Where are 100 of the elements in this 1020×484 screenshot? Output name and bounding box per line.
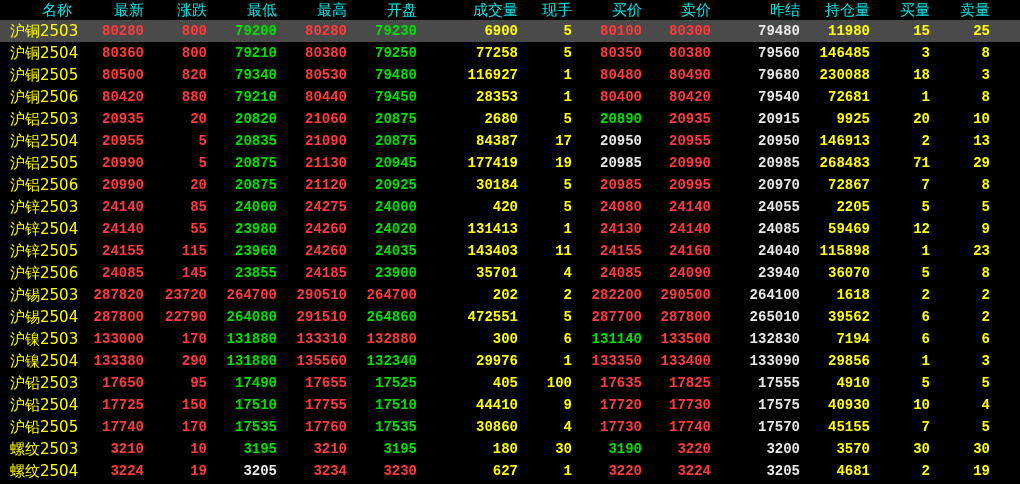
quote-row[interactable]: 沪镍2503 133000 170 131880 133310 132880 300 6 131140 133500 132830 7194 6 6 (0, 328, 1020, 350)
table-cell: 29 (973, 155, 990, 171)
table-cell: 7194 (836, 331, 870, 347)
contract-name: 沪镍2504 (9, 351, 79, 371)
quote-row[interactable]: 沪铝2505 20990 5 20875 21130 20945 177419 19 20985 20990 20985 268483 71 29 (0, 152, 1020, 174)
quote-row[interactable]: 沪锌2503 24140 85 24000 24275 24000 420 5 24080 24140 24055 2205 5 5 (0, 196, 1020, 218)
column-header[interactable]: 成交量 (473, 1, 518, 19)
quote-row[interactable]: 沪铜2506 80420 880 79210 80440 79450 28353 1 80400 80420 79540 72681 1 8 (0, 86, 1020, 108)
table-cell: 80100 (600, 23, 642, 39)
column-header[interactable]: 昨结 (770, 1, 800, 19)
table-cell: 8 (981, 265, 990, 281)
table-cell: 18 (913, 67, 930, 83)
column-header[interactable]: 名称 (8, 1, 72, 19)
table-cell: 24260 (305, 221, 347, 237)
table-cell: 30860 (476, 419, 518, 435)
column-header[interactable]: 最新 (114, 1, 144, 19)
table-cell: 24020 (375, 221, 417, 237)
table-cell: 800 (181, 23, 207, 39)
table-cell: 287700 (591, 309, 642, 325)
column-header[interactable]: 买价 (612, 1, 642, 19)
table-cell: 20970 (758, 177, 800, 193)
table-cell: 8 (981, 89, 990, 105)
contract-name: 沪镍2503 (9, 329, 79, 349)
table-cell: 17570 (758, 419, 800, 435)
table-cell: 24185 (305, 265, 347, 281)
table-cell: 287800 (660, 309, 711, 325)
table-cell: 59469 (828, 221, 870, 237)
table-cell: 3195 (243, 441, 277, 457)
column-header[interactable]: 最低 (247, 1, 277, 19)
table-cell: 24085 (600, 265, 642, 281)
table-cell: 30 (973, 441, 990, 457)
column-header[interactable]: 卖量 (960, 1, 990, 19)
table-cell: 40930 (828, 397, 870, 413)
table-cell: 3220 (608, 463, 642, 479)
table-cell: 17730 (669, 397, 711, 413)
quote-row[interactable]: 沪铜2503 80280 800 79200 80280 79230 6900 5 80100 80300 79480 11980 15 25 (0, 20, 1020, 42)
table-cell: 79250 (375, 45, 417, 61)
table-cell: 2680 (484, 111, 518, 127)
contract-name: 沪铝2504 (9, 131, 79, 151)
table-cell: 29856 (828, 353, 870, 369)
table-cell: 4 (563, 419, 572, 435)
contract-name: 螺纹2504 (9, 461, 79, 481)
table-cell: 131880 (226, 353, 277, 369)
table-cell: 10 (973, 111, 990, 127)
quote-row[interactable]: 沪镍2504 133380 290 131880 135560 132340 29976 1 133350 133400 133090 29856 1 3 (0, 350, 1020, 372)
contract-name: 沪锌2503 (9, 197, 79, 217)
table-cell: 24040 (758, 243, 800, 259)
contract-name: 沪铜2506 (9, 87, 79, 107)
table-cell: 79340 (235, 67, 277, 83)
table-cell: 80420 (669, 89, 711, 105)
quote-row[interactable]: 沪锌2504 24140 55 23980 24260 24020 131413 1 24130 24140 24085 59469 12 9 (0, 218, 1020, 240)
table-cell: 202 (492, 287, 518, 303)
column-header[interactable]: 卖价 (681, 1, 711, 19)
contract-name: 沪铅2503 (9, 373, 79, 393)
quote-row[interactable]: 螺纹2503 3210 10 3195 3210 3195 180 30 3190 3220 3200 3570 30 30 (0, 438, 1020, 460)
quote-row[interactable]: 沪铅2504 17725 150 17510 17755 17510 44410 9 17720 17730 17575 40930 10 4 (0, 394, 1020, 416)
table-cell: 35701 (476, 265, 518, 281)
table-cell: 2 (563, 287, 572, 303)
quote-row[interactable]: 沪锡2503 287820 23720 264700 290510 264700 202 2 282200 290500 264100 1618 2 2 (0, 284, 1020, 306)
column-header[interactable]: 持仓量 (825, 1, 870, 19)
table-cell: 4 (981, 397, 990, 413)
quote-row[interactable]: 沪铅2505 17740 170 17535 17760 17535 30860 4 17730 17740 17570 45155 7 5 (0, 416, 1020, 438)
column-header[interactable]: 涨跌 (177, 1, 207, 19)
table-cell: 11 (555, 243, 572, 259)
table-cell: 79450 (375, 89, 417, 105)
quote-row[interactable]: 沪锌2505 24155 115 23960 24260 24035 143403 11 24155 24160 24040 115898 1 23 (0, 240, 1020, 262)
quote-row[interactable]: 螺纹2504 3224 19 3205 3234 3230 627 1 3220 3224 3205 4681 2 19 (0, 460, 1020, 482)
table-cell: 5 (563, 45, 572, 61)
table-cell: 264700 (366, 287, 417, 303)
table-cell: 20 (190, 177, 207, 193)
quote-row[interactable]: 沪锡2504 287800 22790 264080 291510 264860 472551 5 287700 287800 265010 39562 6 2 (0, 306, 1020, 328)
quote-row[interactable]: 沪铝2506 20990 20 20875 21120 20925 30184 5 20985 20995 20970 72867 7 8 (0, 174, 1020, 196)
table-cell: 10 (190, 441, 207, 457)
table-cell: 20935 (669, 111, 711, 127)
table-cell: 21130 (305, 155, 347, 171)
table-cell: 24140 (669, 221, 711, 237)
table-cell: 290 (181, 353, 207, 369)
column-header[interactable]: 最高 (317, 1, 347, 19)
quote-row[interactable]: 沪铝2503 20935 20 20820 21060 20875 2680 5 20890 20935 20915 9925 20 10 (0, 108, 1020, 130)
quote-row[interactable]: 沪铜2505 80500 820 79340 80530 79480 116927 1 80480 80490 79680 230088 18 3 (0, 64, 1020, 86)
table-cell: 17510 (375, 397, 417, 413)
quote-row[interactable]: 沪锌2506 24085 145 23855 24185 23900 35701 4 24085 24090 23940 36070 5 8 (0, 262, 1020, 284)
table-cell: 1 (563, 221, 572, 237)
column-header[interactable]: 买量 (900, 1, 930, 19)
table-cell: 5 (563, 111, 572, 127)
quote-row[interactable]: 沪铝2504 20955 5 20835 21090 20875 84387 17 20950 20955 20950 146913 2 13 (0, 130, 1020, 152)
table-cell: 100 (546, 375, 572, 391)
column-header[interactable]: 开盘 (387, 1, 417, 19)
table-cell: 3570 (836, 441, 870, 457)
table-cell: 116927 (467, 67, 518, 83)
table-cell: 17635 (600, 375, 642, 391)
quote-row[interactable]: 沪铜2504 80360 800 79210 80380 79250 77258 5 80350 80380 79560 146485 3 8 (0, 42, 1020, 64)
table-cell: 28353 (476, 89, 518, 105)
table-cell: 80500 (102, 67, 144, 83)
table-cell: 115898 (819, 243, 870, 259)
table-cell: 80280 (102, 23, 144, 39)
column-header[interactable]: 现手 (542, 1, 572, 19)
table-cell: 79210 (235, 45, 277, 61)
table-cell: 880 (181, 89, 207, 105)
quote-row[interactable]: 沪铅2503 17650 95 17490 17655 17525 405 100 17635 17825 17555 4910 5 5 (0, 372, 1020, 394)
